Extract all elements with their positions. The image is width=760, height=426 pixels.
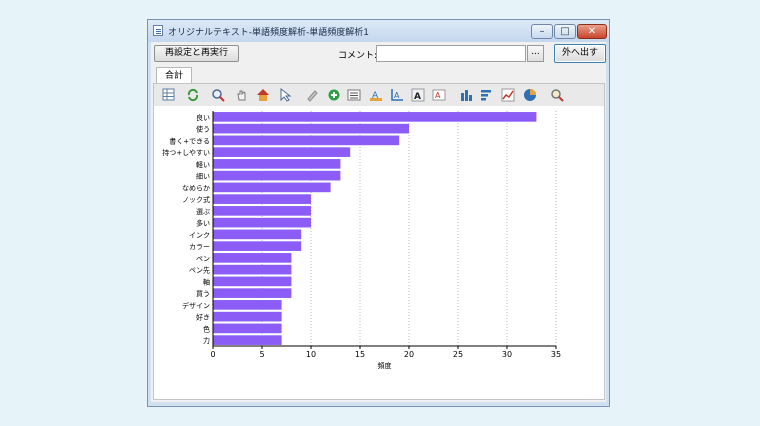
category-label: 軽い [196, 160, 210, 169]
bar [213, 147, 351, 157]
toolbar-icons: A A A A [162, 87, 564, 102]
list-icon[interactable] [347, 89, 361, 101]
bar [213, 135, 400, 146]
x-axis-label: 頻度 [378, 361, 392, 370]
category-label: 好き [196, 313, 210, 322]
category-label: ペン先 [189, 266, 210, 275]
close-icon: ✕ [587, 26, 597, 37]
category-label: インク [189, 231, 210, 239]
x-tick-label: 10 [306, 350, 316, 359]
category-label: 持つ+しやすい [162, 148, 210, 157]
chart-panel: A A A A 良い 使う 書く+できる 持つ+しやすい 軽い 細い なめらか … [153, 83, 605, 400]
category-label: 多い [196, 219, 210, 228]
x-tick-label: 0 [210, 350, 215, 359]
comment-input[interactable] [376, 45, 526, 62]
category-label: 力 [203, 336, 210, 345]
home-icon[interactable] [257, 89, 269, 101]
label-icon[interactable]: A [432, 89, 446, 101]
svg-text:A: A [372, 91, 379, 101]
bar [213, 288, 292, 298]
bar [213, 112, 537, 122]
category-label: デザイン [182, 301, 210, 310]
x-tick-label: 30 [502, 350, 512, 359]
category-label: 細い [196, 172, 210, 181]
bar [213, 323, 282, 334]
x-tick-label: 25 [453, 350, 463, 359]
bar [213, 241, 302, 251]
export-button[interactable]: 外へ出す [554, 44, 606, 63]
category-label: 色 [203, 324, 210, 333]
x-tick-label: 5 [259, 350, 264, 359]
tab-total[interactable]: 合計 [156, 67, 192, 84]
bar [213, 229, 302, 240]
bar [213, 123, 409, 134]
app-window: オリジナルテキスト-単語頻度解析-単語頻度解析1 – □ ✕ 再設定と再実行 コ… [147, 19, 610, 407]
svg-text:A: A [394, 91, 400, 100]
minimize-button[interactable]: – [531, 24, 553, 39]
refresh-icon[interactable] [187, 88, 199, 102]
pie-chart-icon[interactable] [524, 89, 536, 101]
category-label: カラー [189, 243, 210, 251]
comment-browse-button[interactable]: ... [527, 45, 544, 62]
line-chart-icon[interactable] [501, 88, 515, 102]
bar [213, 217, 311, 228]
x-tick-label: 20 [404, 350, 414, 359]
category-label: 買う [196, 290, 210, 298]
svg-text:A: A [435, 91, 441, 100]
bar [213, 311, 282, 322]
bar [213, 253, 292, 263]
x-tick-label: 35 [551, 350, 561, 359]
maximize-icon: □ [560, 26, 570, 37]
window-body: 再設定と再実行 コメント: ... 外へ出す 合計 A A A A 良い 使う … [151, 42, 606, 402]
category-label: ノック式 [182, 195, 210, 204]
maximize-button[interactable]: □ [554, 24, 576, 39]
brush-icon[interactable] [307, 90, 318, 102]
window-title: オリジナルテキスト-単語頻度解析-単語頻度解析1 [168, 28, 369, 38]
bar [213, 206, 311, 216]
bar [213, 300, 282, 310]
category-label: 軸 [203, 277, 210, 286]
text-style-icon[interactable]: A [370, 91, 382, 101]
close-button[interactable]: ✕ [577, 24, 607, 39]
chart-toolbar: A A A A [154, 84, 604, 106]
bar [213, 159, 341, 169]
category-label: 選ぶ [196, 207, 210, 216]
title-bar[interactable]: オリジナルテキスト-単語頻度解析-単語頻度解析1 – □ ✕ [148, 20, 609, 42]
font-icon[interactable]: A [411, 88, 425, 102]
category-label: なめらか [182, 184, 210, 192]
bar-chart-icon[interactable] [461, 90, 472, 101]
horizontal-bar-icon[interactable] [481, 90, 491, 101]
zoom-icon[interactable] [212, 89, 225, 102]
bar [213, 264, 292, 275]
search-settings-icon[interactable] [551, 89, 564, 102]
axis-icon[interactable]: A [391, 89, 403, 101]
table-icon[interactable] [162, 88, 175, 101]
svg-text:A: A [414, 92, 421, 102]
app-icon [153, 25, 163, 36]
pointer-icon[interactable] [280, 87, 292, 102]
word-frequency-chart: 良い使う書く+できる持つ+しやすい軽い細いなめらかノック式選ぶ多いインクカラーペ… [162, 111, 561, 370]
category-label: 書く+できる [169, 136, 210, 145]
bar [213, 276, 292, 287]
category-label: 良い [196, 113, 210, 122]
bar [213, 335, 282, 345]
add-icon[interactable] [328, 89, 340, 101]
minimize-icon: – [539, 26, 545, 37]
x-tick-label: 15 [355, 350, 365, 359]
pan-hand-icon[interactable] [237, 90, 246, 101]
category-label: ペン [196, 255, 210, 263]
bar [213, 194, 311, 204]
category-label: 使う [196, 125, 210, 134]
comment-label: コメント: [338, 51, 378, 61]
rerun-button[interactable]: 再設定と再実行 [154, 45, 239, 62]
bar [213, 170, 341, 181]
bar [213, 182, 331, 193]
